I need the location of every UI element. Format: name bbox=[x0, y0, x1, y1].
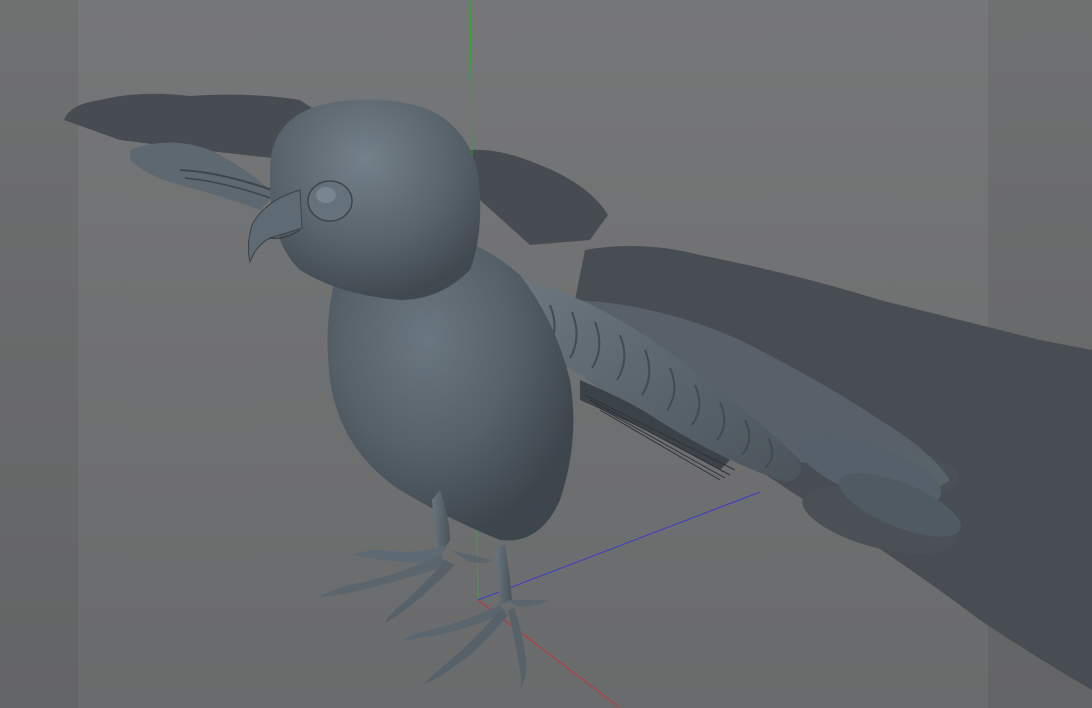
bird-eye-highlight bbox=[316, 187, 336, 203]
scene-canvas[interactable] bbox=[0, 0, 1092, 708]
bird-head[interactable] bbox=[269, 99, 481, 300]
3d-viewport[interactable] bbox=[0, 0, 1092, 708]
